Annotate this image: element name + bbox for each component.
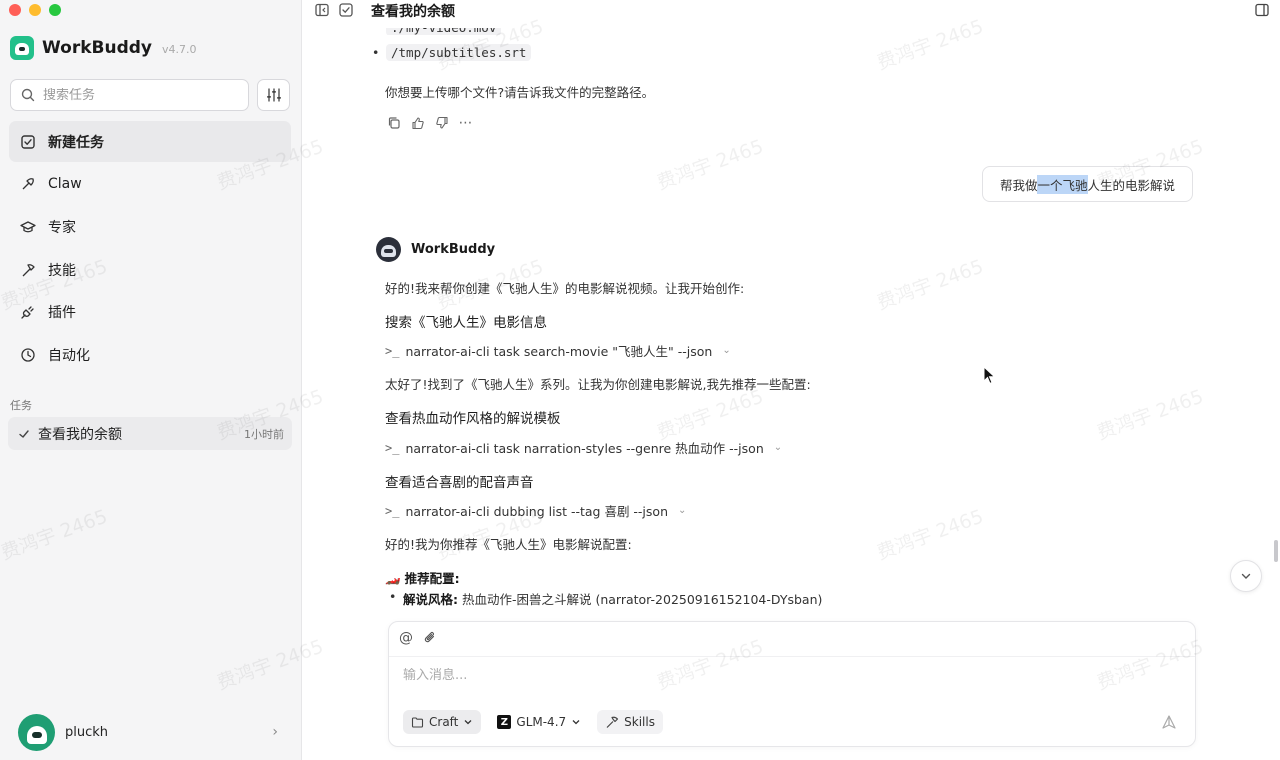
collapse-sidebar-icon[interactable] [314,2,330,22]
user-message-bubble: 帮我做 一个飞驰 人生的电影解说 [982,166,1193,202]
chat-area: ./my-video.mov /tmp/subtitles.srt 你想要上传哪… [0,0,1280,760]
command-text: narrator-ai-cli task search-movie "飞驰人生"… [405,344,713,359]
thumbs-down-icon[interactable] [434,115,449,130]
race-car-icon: 🏎️ [385,569,401,585]
recommendation-value: 热血动作-困兽之斗解说 (narrator-20250916152104-DYs… [458,592,823,607]
assistant-name: WorkBuddy [411,242,496,257]
scroll-to-bottom-button[interactable] [1230,560,1262,592]
mouse-cursor-icon [983,366,996,385]
command-block[interactable]: >_ narrator-ai-cli task search-movie "飞驰… [385,341,731,360]
command-block[interactable]: >_ narrator-ai-cli dubbing list --tag 喜剧… [385,501,686,520]
attach-icon[interactable] [423,630,437,648]
file-path: /tmp/subtitles.srt [386,44,532,61]
composer-options: Craft Z GLM-4.7 Skills [403,710,663,734]
message-composer: @ Craft Z GLM-4.7 Skills [388,621,1196,747]
send-icon [1162,715,1176,729]
send-button[interactable] [1157,710,1181,734]
chevron-down-icon: ⌄ [722,345,731,356]
step-heading: 查看热血动作风格的解说模板 [385,411,561,427]
recommendation-title-text: 推荐配置: [404,571,460,586]
top-bar: 查看我的余额 [302,0,1280,22]
recommendation-title: 🏎️ 推荐配置: [385,568,460,587]
list-item: 解说风格: 热血动作-困兽之斗解说 (narrator-202509161521… [389,589,823,608]
folder-icon [411,716,424,728]
skills-icon [606,716,619,728]
command-text: narrator-ai-cli dubbing list --tag 喜剧 --… [405,504,668,519]
scrollbar-thumb[interactable] [1274,540,1278,562]
assistant-avatar [376,237,401,262]
mention-icon[interactable]: @ [399,630,413,648]
assistant-paragraph: 好的!我为你推荐《飞驰人生》电影解说配置: [385,537,632,552]
toggle-panel-icon[interactable] [1254,2,1270,22]
user-message-text: 帮我做 [999,177,1038,193]
assistant-paragraph: 太好了!找到了《飞驰人生》系列。让我为你创建电影解说,我先推荐一些配置: [385,377,811,392]
message-actions: ⋯ [386,115,473,131]
skills-label: Skills [624,715,655,729]
command-text: narrator-ai-cli task narration-styles --… [405,441,764,456]
composer-toolbar: @ [399,630,437,648]
selected-text: 一个飞驰 [1037,174,1088,194]
list-item: /tmp/subtitles.srt [372,44,532,61]
assistant-paragraph: 你想要上传哪个文件?请告诉我文件的完整路径。 [385,85,655,100]
new-task-icon[interactable] [338,2,354,22]
step-heading: 查看适合喜剧的配音声音 [385,475,534,491]
assistant-header: WorkBuddy [376,237,495,262]
page-title: 查看我的余额 [371,4,455,20]
step-heading: 搜索《飞驰人生》电影信息 [385,315,547,331]
mode-selector[interactable]: Craft [403,710,482,734]
copy-icon[interactable] [386,115,401,130]
command-block[interactable]: >_ narrator-ai-cli task narration-styles… [385,438,782,457]
more-icon[interactable]: ⋯ [458,115,473,131]
chevron-down-icon [464,720,472,725]
assistant-paragraph: 好的!我来帮你创建《飞驰人生》的电影解说视频。让我开始创作: [385,281,745,296]
user-message-text: 人生的电影解说 [1087,177,1176,193]
thumbs-up-icon[interactable] [410,115,425,130]
list-item: ./my-video.mov [386,28,502,35]
model-label: GLM-4.7 [516,715,567,729]
chevron-down-icon: ⌄ [678,505,687,516]
terminal-icon: >_ [385,440,400,455]
chevron-down-icon [572,720,580,725]
message-input[interactable] [403,668,1163,683]
model-selector[interactable]: Z GLM-4.7 [489,710,589,734]
chevron-down-icon [1241,573,1251,579]
divider [389,656,1195,657]
terminal-icon: >_ [385,503,400,518]
chevron-down-icon: ⌄ [773,442,783,453]
terminal-icon: >_ [385,343,400,358]
mode-label: Craft [429,715,459,729]
zhipu-logo-icon: Z [497,715,512,729]
recommendation-label: 解说风格: [403,592,458,607]
skills-button[interactable]: Skills [597,710,663,734]
